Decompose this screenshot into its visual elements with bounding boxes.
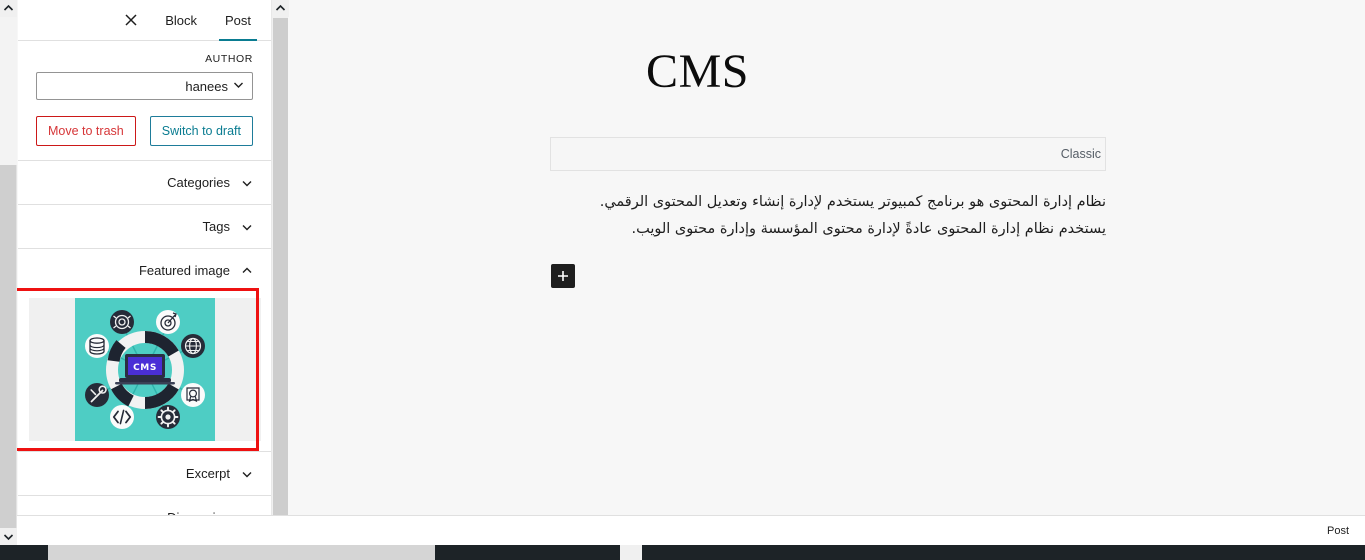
switch-to-draft-button[interactable]: Switch to draft: [149, 116, 253, 146]
chevron-down-icon: [233, 77, 244, 95]
horizontal-scroll-track[interactable]: [48, 545, 435, 560]
horizontal-scroll-thumb-left[interactable]: [0, 545, 48, 560]
globe-icon: [180, 334, 205, 358]
gear-icon: [155, 405, 180, 429]
featured-image-button[interactable]: CMS: [28, 298, 261, 441]
classic-block-toolbar[interactable]: Classic: [550, 136, 1106, 171]
fingerprint-icon: [109, 310, 134, 334]
post-settings-sidebar: Block Post AUTHOR hanees Move to trash S…: [18, 0, 271, 545]
panel-excerpt[interactable]: Excerpt: [18, 451, 271, 495]
code-icon: [109, 405, 134, 429]
add-block-button[interactable]: [551, 264, 575, 289]
chevron-down-icon: [241, 177, 253, 189]
outer-scroll-thumb[interactable]: [0, 17, 17, 165]
author-section: AUTHOR hanees: [18, 41, 271, 104]
paragraph-2: يستخدم نظام إدارة المحتوى عادةً لإدارة م…: [631, 220, 1106, 237]
author-label: AUTHOR: [205, 53, 253, 65]
sidebar-scroll-up-button[interactable]: [272, 0, 289, 17]
panel-categories-label: Categories: [167, 175, 230, 190]
target-icon: [155, 310, 180, 334]
tab-post[interactable]: Post: [211, 0, 265, 41]
featured-image-body: CMS: [18, 292, 271, 451]
panel-tags-label: Tags: [202, 219, 230, 234]
sidebar-vertical-scrollbar[interactable]: [271, 0, 289, 545]
chevron-up-icon: [241, 265, 253, 277]
panel-featured-image[interactable]: Featured image: [18, 248, 271, 292]
panel-featured-image-label: Featured image: [138, 263, 230, 278]
classic-block-label: Classic: [1060, 146, 1101, 161]
horizontal-scrollbar[interactable]: [0, 545, 1365, 560]
certificate-icon: [180, 383, 205, 407]
chevron-down-icon: [241, 468, 253, 480]
svg-text:CMS: CMS: [133, 363, 157, 373]
paragraph-1: نظام إدارة المحتوى هو برنامج كمبيوتر يست…: [599, 193, 1106, 210]
sidebar-scroll-thumb[interactable]: [273, 18, 288, 526]
horizontal-scroll-thumb-right[interactable]: [435, 545, 1365, 560]
featured-image-thumbnail: CMS: [74, 298, 215, 441]
horizontal-scroll-gap: [620, 545, 642, 560]
panel-categories[interactable]: Categories: [18, 160, 271, 204]
panel-tags[interactable]: Tags: [18, 204, 271, 248]
chevron-down-icon: [241, 221, 253, 233]
author-select[interactable]: hanees: [36, 72, 253, 100]
sidebar-tabs: Block Post: [18, 0, 271, 41]
tools-icon: [84, 383, 109, 407]
author-value: hanees: [185, 78, 228, 94]
page-title[interactable]: CMS: [289, 45, 1365, 99]
database-icon: [84, 334, 109, 358]
close-icon[interactable]: [113, 2, 149, 38]
breadcrumb[interactable]: Post: [1327, 525, 1349, 537]
outer-scroll-up-button[interactable]: [0, 0, 17, 17]
move-to-trash-button[interactable]: Move to trash: [36, 116, 136, 146]
editor-canvas: CMS Classic نظام إدارة المحتوى هو برنامج…: [289, 0, 1365, 545]
post-content[interactable]: نظام إدارة المحتوى هو برنامج كمبيوتر يست…: [550, 189, 1106, 243]
outer-vertical-scrollbar[interactable]: [0, 0, 17, 545]
editor-breadcrumb-bar: Post: [0, 515, 1365, 545]
post-actions: Move to trash Switch to draft: [18, 104, 271, 160]
tab-block[interactable]: Block: [151, 0, 211, 41]
outer-scroll-down-button[interactable]: [0, 528, 17, 545]
panel-excerpt-label: Excerpt: [185, 466, 230, 481]
editor-screen: Block Post AUTHOR hanees Move to trash S…: [0, 0, 1365, 560]
